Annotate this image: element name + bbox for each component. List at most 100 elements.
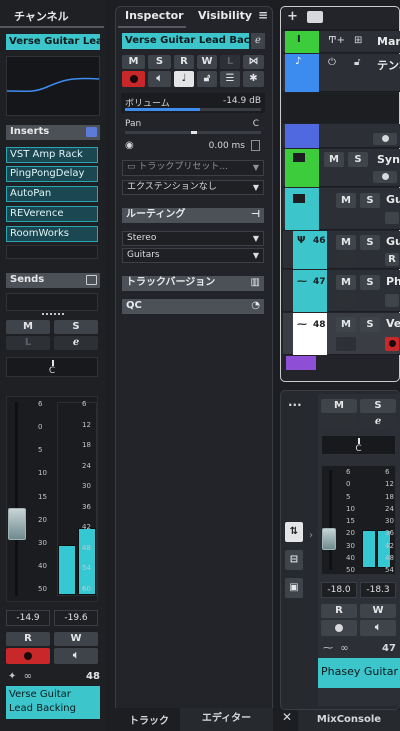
sends-menu-icon[interactable]	[86, 275, 97, 285]
sends-header[interactable]: Sends	[6, 273, 100, 288]
mix-fader-track[interactable]	[329, 470, 332, 570]
track-row-next[interactable]	[286, 356, 316, 370]
channel-tab[interactable]: チャンネル	[14, 8, 69, 24]
track-47-mute-button[interactable]: M	[336, 275, 356, 290]
channel-solo-button[interactable]: S	[54, 320, 98, 334]
inspector-track-name[interactable]: Verse Guitar Lead Backing	[122, 33, 249, 49]
mix-read-button[interactable]: R	[321, 604, 357, 618]
guitars-record-button[interactable]	[385, 212, 399, 224]
channel-fader-handle[interactable]	[8, 508, 26, 540]
channel-fader-track[interactable]	[15, 402, 18, 596]
track-47-record-button[interactable]	[385, 294, 399, 307]
channel-volume-readout[interactable]: -14.9	[6, 610, 50, 626]
synth-record-button[interactable]	[373, 171, 397, 183]
track-name-synth[interactable]: Synt	[377, 153, 400, 166]
inspector-read-button[interactable]: R	[174, 55, 194, 69]
mixconsole-expand-icon[interactable]: ›	[309, 530, 313, 541]
track-name-marker[interactable]: Marl	[377, 35, 400, 48]
track-48-record-button[interactable]	[385, 337, 399, 351]
audio-icon[interactable]: ⁓	[323, 643, 333, 654]
mix-fader-handle[interactable]	[322, 528, 336, 550]
instrument-icon[interactable]: ✦	[8, 671, 16, 682]
track-group-button[interactable]	[373, 133, 397, 145]
mix-peak-readout[interactable]: -18.3	[360, 582, 396, 598]
inspector-solo-button[interactable]: S	[148, 55, 171, 69]
inspector-record-button[interactable]	[122, 71, 145, 87]
channel-name-footer[interactable]: Verse Guitar Lead Backing	[6, 686, 100, 719]
track-46-read-button[interactable]: R	[385, 253, 399, 266]
channel-edit-button[interactable]: ℯ	[54, 336, 98, 350]
channel-write-button[interactable]: W	[54, 632, 98, 646]
marker-goto-icon[interactable]: ⊞	[354, 35, 362, 46]
mix-monitor-button[interactable]: 🔈︎	[360, 620, 396, 636]
mixconsole-more-icon[interactable]: ···	[288, 398, 302, 412]
inspector-lock-button[interactable]: 🔓︎	[197, 71, 217, 87]
bottom-tab-editor[interactable]: エディター	[180, 708, 273, 731]
channel-name-field[interactable]: Verse Guitar Lead B.	[6, 34, 100, 50]
inspector-bypass-button[interactable]: ⋈	[243, 55, 264, 69]
mixconsole-fader-mode-button[interactable]: ⇅	[285, 522, 303, 542]
mix-pan-control[interactable]: C	[321, 435, 396, 455]
tab-inspector[interactable]: Inspector	[125, 9, 184, 22]
track-47-solo-button[interactable]: S	[360, 275, 380, 290]
track-preset-select[interactable]: ▭ トラックプリセット... ▼	[122, 160, 264, 176]
synth-mute-button[interactable]: M	[324, 152, 344, 167]
insert-slot-2[interactable]: PingPongDelay	[6, 166, 98, 182]
qc-header[interactable]: QC ◔	[122, 299, 264, 314]
folder-add-icon[interactable]	[307, 11, 323, 23]
channel-pan-control[interactable]: C	[6, 357, 98, 377]
synth-solo-button[interactable]: S	[348, 152, 368, 167]
track-48-solo-button[interactable]: S	[360, 317, 380, 332]
guitars-mute-button[interactable]: M	[336, 193, 356, 208]
bottom-tab-track[interactable]: トラック	[129, 712, 169, 727]
mix-write-button[interactable]: W	[360, 604, 396, 618]
track-46-mute-button[interactable]: M	[336, 235, 356, 250]
channel-record-enable-button[interactable]	[6, 648, 50, 664]
add-track-button[interactable]: +	[287, 10, 301, 24]
track-name-46[interactable]: Gu	[386, 235, 400, 248]
delay-row[interactable]: ◉ 0.00 ms	[121, 139, 265, 155]
insert-slot-4[interactable]: REVerence	[6, 206, 98, 222]
mix-solo-button[interactable]: S	[360, 399, 396, 413]
guitars-solo-button[interactable]: S	[360, 193, 380, 208]
marker-cycle-icon[interactable]: Ͳ+	[328, 35, 345, 46]
mix-channel-name[interactable]: Phasey Guitar	[318, 658, 400, 688]
send-slot-empty[interactable]	[6, 293, 98, 311]
insert-slot-empty[interactable]	[6, 245, 98, 259]
channel-peak-readout[interactable]: -19.6	[54, 610, 98, 626]
inspector-edit-icon[interactable]: ℯ	[251, 33, 265, 49]
pan-slider-track[interactable]	[125, 131, 261, 134]
inspector-lanes-button[interactable]: ☰	[220, 71, 240, 87]
routing-header[interactable]: ルーティング ⊣	[122, 208, 264, 223]
track-48-mute-button[interactable]: M	[336, 317, 356, 332]
channel-mute-button[interactable]: M	[6, 320, 50, 334]
tempo-lock-icon[interactable]: 🔓︎	[354, 57, 360, 68]
mixconsole-routing-button[interactable]: ⊟	[285, 550, 303, 570]
link-icon[interactable]: ∞	[340, 643, 348, 654]
inspector-mute-button[interactable]: M	[122, 55, 145, 69]
mix-record-enable-button[interactable]	[321, 620, 357, 636]
track-name-48[interactable]: Ve	[386, 317, 400, 330]
pan-row[interactable]: Pan C	[121, 116, 265, 136]
insert-slot-1[interactable]: VST Amp Rack	[6, 147, 98, 163]
track-46-solo-button[interactable]: S	[360, 235, 380, 250]
mix-edit-button[interactable]: ℯ	[360, 415, 396, 429]
inspector-freeze-button[interactable]: ✱	[243, 71, 264, 87]
channel-monitor-button[interactable]: 🔈︎	[54, 648, 98, 664]
inserts-menu-icon[interactable]	[86, 127, 97, 137]
tab-mixconsole[interactable]: MixConsole	[298, 710, 400, 731]
track-name-guitars-folder[interactable]: Gu	[386, 193, 400, 206]
tempo-power-icon[interactable]: ⏻	[328, 57, 336, 68]
tab-visibility[interactable]: Visibility	[198, 9, 252, 22]
insert-slot-5[interactable]: RoomWorks	[6, 226, 98, 242]
track-48-lane-button[interactable]	[336, 337, 356, 351]
extension-select[interactable]: エクステンションなし ▼	[122, 180, 264, 195]
eq-curve-display[interactable]	[6, 56, 100, 116]
mix-mute-button[interactable]: M	[321, 399, 357, 413]
inspector-lock-l-button[interactable]: L	[220, 55, 240, 69]
track-versions-header[interactable]: トラックバージョン ▥	[122, 276, 264, 291]
track-46-lane-button[interactable]	[336, 253, 356, 266]
routing-input-select[interactable]: Stereo ▼	[122, 231, 264, 246]
inserts-header[interactable]: Inserts	[6, 125, 100, 140]
delay-spinner-icon[interactable]	[251, 140, 260, 151]
